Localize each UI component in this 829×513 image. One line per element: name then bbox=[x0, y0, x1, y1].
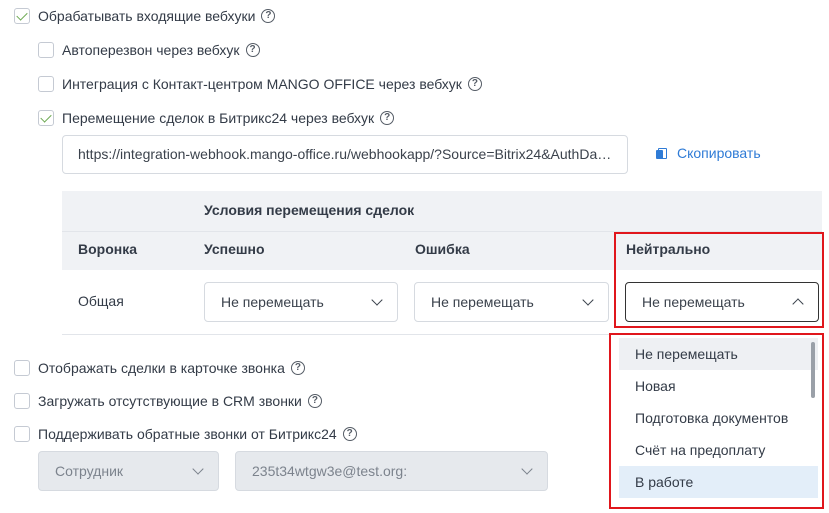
option-autocall[interactable]: Автоперезвон через вебхук ? bbox=[38, 40, 260, 60]
option-move-deals[interactable]: Перемещение сделок в Битрикс24 через веб… bbox=[38, 108, 395, 128]
success-select-value: Не перемещать bbox=[221, 294, 324, 310]
table-group-header bbox=[62, 191, 822, 231]
autocall-label: Автоперезвон через вебхук bbox=[62, 42, 240, 58]
copy-button[interactable]: Скопировать bbox=[656, 145, 761, 161]
integration-checkbox[interactable] bbox=[38, 76, 54, 92]
chevron-down-icon bbox=[521, 463, 533, 475]
column-error: Ошибка bbox=[415, 241, 470, 257]
success-select[interactable]: Не перемещать bbox=[204, 282, 398, 322]
option-callbacks[interactable]: Поддерживать обратные звонки от Битрикс2… bbox=[14, 424, 357, 444]
question-circle-icon[interactable]: ? bbox=[380, 111, 395, 125]
autocall-checkbox[interactable] bbox=[38, 42, 54, 58]
move-deals-label: Перемещение сделок в Битрикс24 через веб… bbox=[62, 110, 375, 126]
callbacks-label: Поддерживать обратные звонки от Битрикс2… bbox=[38, 426, 337, 442]
employee-select-value: Сотрудник bbox=[55, 463, 124, 479]
show-deals-label: Отображать сделки в карточке звонка bbox=[38, 360, 285, 376]
callbacks-checkbox[interactable] bbox=[14, 426, 30, 442]
copy-button-label: Скопировать bbox=[677, 145, 761, 161]
question-circle-icon[interactable]: ? bbox=[290, 361, 305, 375]
question-circle-icon[interactable]: ? bbox=[342, 427, 357, 441]
row-funnel-name: Общая bbox=[78, 293, 124, 309]
option-load-missing[interactable]: Загружать отсутствующие в CRM звонки ? bbox=[14, 391, 322, 411]
error-select[interactable]: Не перемещать bbox=[414, 282, 609, 322]
error-select-value: Не перемещать bbox=[431, 294, 534, 310]
column-success: Успешно bbox=[204, 241, 265, 257]
copy-icon bbox=[656, 147, 667, 159]
chevron-down-icon bbox=[371, 294, 383, 306]
move-deals-checkbox[interactable] bbox=[38, 110, 54, 126]
integration-label: Интеграция с Контакт-центром MANGO OFFIC… bbox=[62, 76, 462, 92]
question-circle-icon[interactable]: ? bbox=[307, 394, 322, 408]
question-circle-icon[interactable]: ? bbox=[261, 9, 276, 23]
webhook-url-field[interactable]: https://integration-webhook.mango-office… bbox=[62, 135, 628, 174]
load-missing-label: Загружать отсутствующие в CRM звонки bbox=[38, 393, 302, 409]
employee-select[interactable]: Сотрудник bbox=[38, 451, 219, 491]
option-show-deals[interactable]: Отображать сделки в карточке звонка ? bbox=[14, 358, 305, 378]
chevron-down-icon bbox=[192, 463, 204, 475]
email-select-value: 235t34wtgw3e@test.org: bbox=[252, 463, 408, 479]
highlight-neutral-column bbox=[614, 232, 824, 328]
email-select[interactable]: 235t34wtgw3e@test.org: bbox=[235, 451, 548, 491]
table-group-title: Условия перемещения сделок bbox=[204, 202, 415, 218]
show-deals-checkbox[interactable] bbox=[14, 360, 30, 376]
option-integration[interactable]: Интеграция с Контакт-центром MANGO OFFIC… bbox=[38, 74, 482, 94]
column-funnel: Воронка bbox=[78, 241, 138, 257]
load-missing-checkbox[interactable] bbox=[14, 393, 30, 409]
question-circle-icon[interactable]: ? bbox=[467, 77, 482, 91]
incoming-webhooks-checkbox[interactable] bbox=[14, 8, 30, 24]
question-circle-icon[interactable]: ? bbox=[245, 43, 260, 57]
option-incoming-webhooks[interactable]: Обрабатывать входящие вебхуки ? bbox=[14, 6, 276, 26]
incoming-webhooks-label: Обрабатывать входящие вебхуки bbox=[38, 8, 256, 24]
highlight-dropdown bbox=[609, 333, 824, 509]
chevron-down-icon bbox=[582, 294, 594, 306]
